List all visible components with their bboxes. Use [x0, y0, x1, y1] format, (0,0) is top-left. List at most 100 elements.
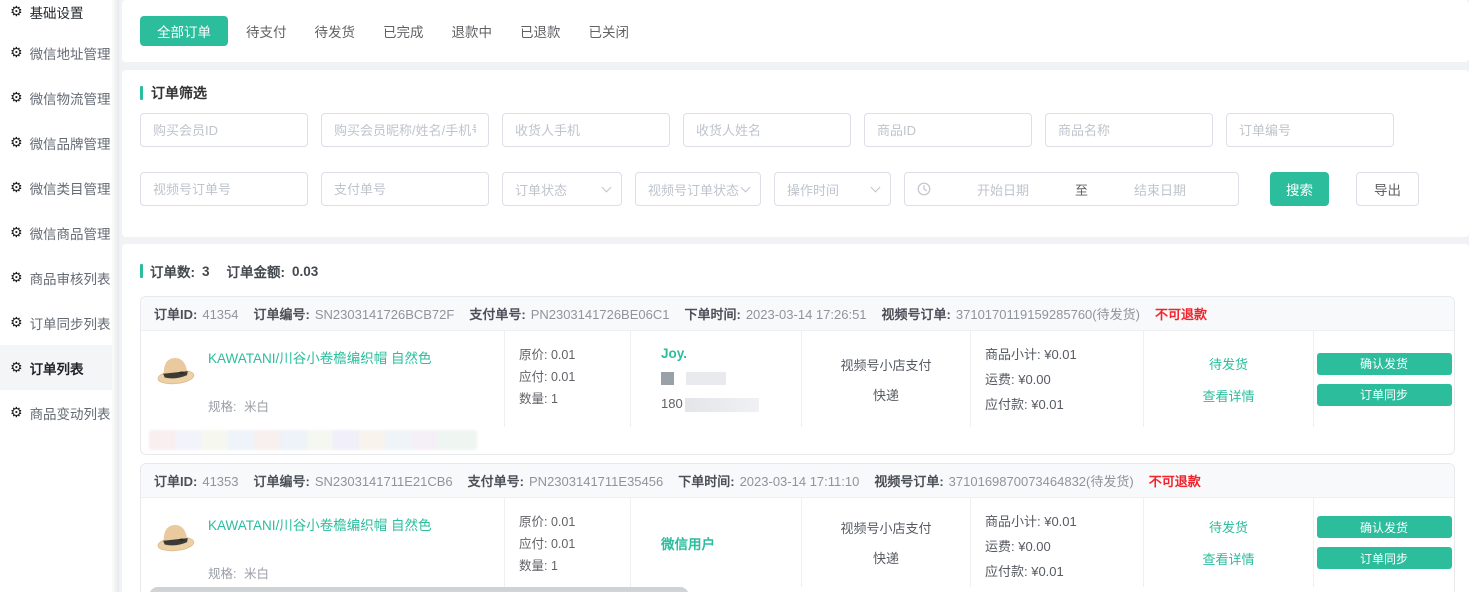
sidebar-item[interactable]: ⚙ 微信商品管理: [0, 210, 112, 255]
masked-address: [149, 430, 477, 450]
sidebar-item[interactable]: ⚙ 微信地址管理: [0, 30, 112, 75]
confirm-ship-button[interactable]: 确认发货: [1317, 516, 1452, 538]
sidebar-item[interactable]: ⚙微信物流管理: [0, 75, 112, 120]
filter-section-title: 订单筛选: [140, 83, 207, 103]
money-line: 运费: ¥0.00: [985, 367, 1143, 392]
view-detail-link[interactable]: 查看详情: [1202, 549, 1254, 568]
price-line: 数量: 1: [519, 555, 630, 577]
filter-input[interactable]: [140, 113, 308, 147]
gear-icon: ⚙: [10, 406, 23, 420]
product-name-link[interactable]: KAWATANI/川谷小卷檐编织帽 自然色: [208, 514, 432, 534]
sidebar-item[interactable]: ⚙订单列表: [0, 345, 112, 390]
sidebar-item[interactable]: ⚙订单同步列表: [0, 300, 112, 345]
order-header: 订单ID:41353订单编号:SN2303141711E21CB6支付单号:PN…: [141, 464, 1454, 498]
price-cell: 原价: 0.01应付: 0.01数量: 1: [504, 331, 630, 427]
order-id: 订单ID: 41354: [154, 304, 239, 323]
order-time-label: 下单时间:: [678, 474, 734, 489]
order-tab[interactable]: 退款中: [452, 21, 493, 41]
order-sn: 订单编号:SN2303141726BCB72F: [254, 304, 455, 323]
order-sn-value: SN2303141711E21CB6: [315, 474, 453, 489]
order-count-value: 3: [202, 264, 210, 279]
sidebar: ⚙基础设置⚙微信地址管理⚙微信物流管理⚙微信品牌管理⚙微信类目管理⚙微信商品管理…: [0, 0, 112, 592]
sidebar-item[interactable]: ⚙ 商品变动列表: [0, 390, 112, 435]
money-line: 应付款: ¥0.01: [985, 559, 1143, 584]
operate-time-select-label: 操作时间: [787, 180, 839, 199]
gear-icon: ⚙: [10, 226, 23, 240]
sidebar-scrollbar[interactable]: [112, 0, 119, 592]
filter-row-1: [140, 113, 1394, 147]
gear-icon: ⚙: [10, 46, 23, 60]
order-row: KAWATANI/川谷小卷檐编织帽 自然色 规格: 米白 原价: 0.01应付:…: [141, 498, 1454, 587]
operate-time-select[interactable]: 操作时间: [774, 172, 891, 206]
pay-no-input[interactable]: [321, 172, 489, 206]
filter-input[interactable]: [1226, 113, 1394, 147]
masked-avatar-block: [661, 372, 674, 385]
sidebar-item-label: 商品变动列表: [30, 403, 111, 423]
order-sync-button[interactable]: 订单同步: [1317, 547, 1452, 569]
date-range-picker[interactable]: 开始日期 至 结束日期: [904, 172, 1239, 206]
masked-phone-block: [685, 398, 759, 412]
product-cell: KAWATANI/川谷小卷檐编织帽 自然色 规格: 米白: [141, 498, 504, 587]
shipping-method: 快递: [873, 385, 899, 404]
money-cell: 商品小计: ¥0.01运费: ¥0.00应付款: ¥0.01: [970, 498, 1143, 587]
product-name-link[interactable]: KAWATANI/川谷小卷檐编织帽 自然色: [208, 347, 432, 367]
payment-method: 视频号小店支付: [840, 355, 931, 374]
video-order-label: 视频号订单:: [874, 474, 943, 489]
sidebar-item[interactable]: ⚙商品审核列表: [0, 255, 112, 300]
sidebar-item-label: 微信商品管理: [30, 223, 111, 243]
order-filter-panel: 订单筛选 订单状态 视频号订单状态 操作时间: [122, 70, 1469, 237]
section-accent-bar: [140, 264, 143, 278]
order-status-tabs: 全部订单待支付 待发货 已完成 退款中 已退款 已关闭: [122, 0, 1469, 62]
sidebar-item[interactable]: ⚙微信类目管理: [0, 165, 112, 210]
sidebar-item-label: 微信地址管理: [30, 43, 111, 63]
order-management-screen: ⚙基础设置⚙微信地址管理⚙微信物流管理⚙微信品牌管理⚙微信类目管理⚙微信商品管理…: [0, 0, 1469, 592]
order-tab[interactable]: 待发货: [315, 21, 356, 41]
chevron-down-icon: [602, 182, 612, 192]
order-tab[interactable]: 已完成: [383, 21, 424, 41]
order-time: 下单时间: 2023-03-14 17:26:51: [684, 304, 866, 323]
masked-name: [661, 372, 801, 385]
order-list-panel: 订单数: 3 订单金额: 0.03 订单ID:41354订单编号:SN23031…: [122, 244, 1469, 592]
sidebar-item[interactable]: ⚙基础设置: [0, 0, 112, 30]
gear-icon: ⚙: [10, 316, 23, 330]
order-sync-button[interactable]: 订单同步: [1317, 384, 1452, 406]
order-id-value: 41354: [202, 307, 238, 322]
filter-input[interactable]: [502, 113, 670, 147]
sidebar-item-label: 微信物流管理: [30, 88, 111, 108]
customer-name: Joy.: [661, 346, 801, 361]
video-order-label: 视频号订单:: [882, 307, 951, 322]
status-badge: 待发货: [1209, 517, 1248, 536]
export-button[interactable]: 导出: [1356, 172, 1419, 206]
sidebar-item[interactable]: ⚙微信品牌管理: [0, 120, 112, 165]
order-tab[interactable]: 已退款: [520, 21, 561, 41]
order-time-label: 下单时间:: [684, 307, 740, 322]
filter-input[interactable]: [683, 113, 851, 147]
order-list: 订单ID:41354订单编号:SN2303141726BCB72F支付单号:PN…: [140, 296, 1455, 592]
order-tab[interactable]: 已关闭: [589, 21, 630, 41]
product-info: KAWATANI/川谷小卷檐编织帽 自然色 规格: 米白: [208, 345, 432, 427]
order-id-label: 订单ID:: [154, 307, 197, 322]
search-button[interactable]: 搜索: [1270, 172, 1329, 206]
video-order-status-select[interactable]: 视频号订单状态: [635, 172, 761, 206]
filter-input[interactable]: [864, 113, 1032, 147]
sidebar-menu: ⚙基础设置⚙微信地址管理⚙微信物流管理⚙微信品牌管理⚙微信类目管理⚙微信商品管理…: [0, 0, 112, 435]
order-time-value: 2023-03-14 17:26:51: [746, 307, 867, 322]
filter-input[interactable]: [1045, 113, 1213, 147]
view-detail-link[interactable]: 查看详情: [1202, 386, 1254, 405]
order-sn-value: SN2303141726BCB72F: [315, 307, 455, 322]
end-date-placeholder: 结束日期: [1094, 180, 1226, 199]
gear-icon: ⚙: [10, 181, 23, 195]
order-tab[interactable]: 全部订单: [140, 16, 228, 46]
confirm-ship-button[interactable]: 确认发货: [1317, 353, 1452, 375]
sidebar-item-label: 订单列表: [30, 358, 84, 378]
video-order-no-input[interactable]: [140, 172, 308, 206]
filter-input[interactable]: [321, 113, 489, 147]
price-line: 应付: 0.01: [519, 366, 630, 388]
money-cell: 商品小计: ¥0.01运费: ¥0.00应付款: ¥0.01: [970, 331, 1143, 427]
no-refund-flag: 不可退款: [1149, 471, 1201, 490]
order-tab[interactable]: 待支付: [246, 21, 287, 41]
order-status-select[interactable]: 订单状态: [502, 172, 622, 206]
product-cell: KAWATANI/川谷小卷檐编织帽 自然色 规格: 米白: [141, 331, 504, 427]
action-cell: 确认发货订单同步: [1313, 331, 1454, 427]
status-cell: 待发货 查看详情: [1143, 331, 1313, 427]
